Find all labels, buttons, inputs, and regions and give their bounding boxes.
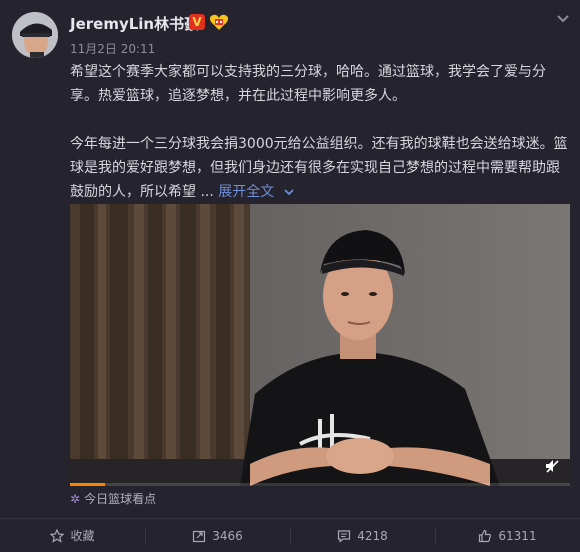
repost-button[interactable]: 3466 [145, 519, 290, 552]
comment-icon [338, 529, 351, 543]
weibo-post-card: JeremyLin林书豪 V 11月2日 20:11 希望这个赛季大家都可以支持… [0, 0, 580, 552]
like-button[interactable]: 61311 [435, 519, 580, 552]
post-paragraph-1: 希望这个赛季大家都可以支持我的三分球，哈哈。通过篮球，我学会了爱与分享。热爱篮球… [70, 64, 546, 104]
user-avatar[interactable] [12, 12, 58, 58]
favorite-label: 收藏 [70, 529, 95, 543]
favorite-button[interactable]: 收藏 [0, 519, 145, 552]
avatar-image [12, 12, 58, 58]
post-paragraph-2: 今年每进一个三分球我会捐3000元给公益组织。还有我的球鞋也会送给球迷。篮球是我… [70, 132, 568, 204]
star-icon [50, 528, 65, 543]
username-link[interactable]: JeremyLin林书豪 [70, 13, 199, 34]
topic-label: 今日篮球看点 [84, 492, 157, 506]
action-bar: 收藏 3466 4218 61311 [0, 519, 580, 552]
topic-link[interactable]: ✲ 今日篮球看点 [70, 490, 156, 507]
thumbs-up-icon [479, 529, 492, 542]
repost-count: 3466 [212, 528, 243, 543]
pinwheel-icon: ✲ [70, 492, 81, 506]
ellipsis: ... [196, 184, 219, 200]
video-progress-track[interactable] [70, 483, 570, 486]
chevron-down-icon[interactable] [555, 10, 571, 23]
video-progress-fill [70, 483, 105, 486]
comment-count: 4218 [357, 528, 388, 543]
expand-label: 展开全文 [218, 184, 275, 200]
like-count: 61311 [498, 528, 537, 543]
repost-icon [193, 530, 206, 542]
expand-chevron-icon [284, 189, 294, 196]
post-text: 希望这个赛季大家都可以支持我的三分球，哈哈。通过篮球，我学会了爱与分享。热爱篮球… [70, 60, 568, 204]
verified-badge-icon: V [189, 14, 205, 30]
video-frame [70, 204, 570, 486]
video-player[interactable] [70, 204, 570, 486]
expand-full-text-link[interactable]: 展开全文 [218, 184, 294, 200]
speaker-muted-icon[interactable] [544, 458, 560, 474]
comment-button[interactable]: 4218 [290, 519, 435, 552]
post-paragraph-2-text: 今年每进一个三分球我会捐3000元给公益组织。还有我的球鞋也会送给球迷。篮球是我… [70, 136, 568, 200]
post-timestamp[interactable]: 11月2日 20:11 [70, 40, 155, 57]
fan-badge-icon [209, 13, 229, 31]
